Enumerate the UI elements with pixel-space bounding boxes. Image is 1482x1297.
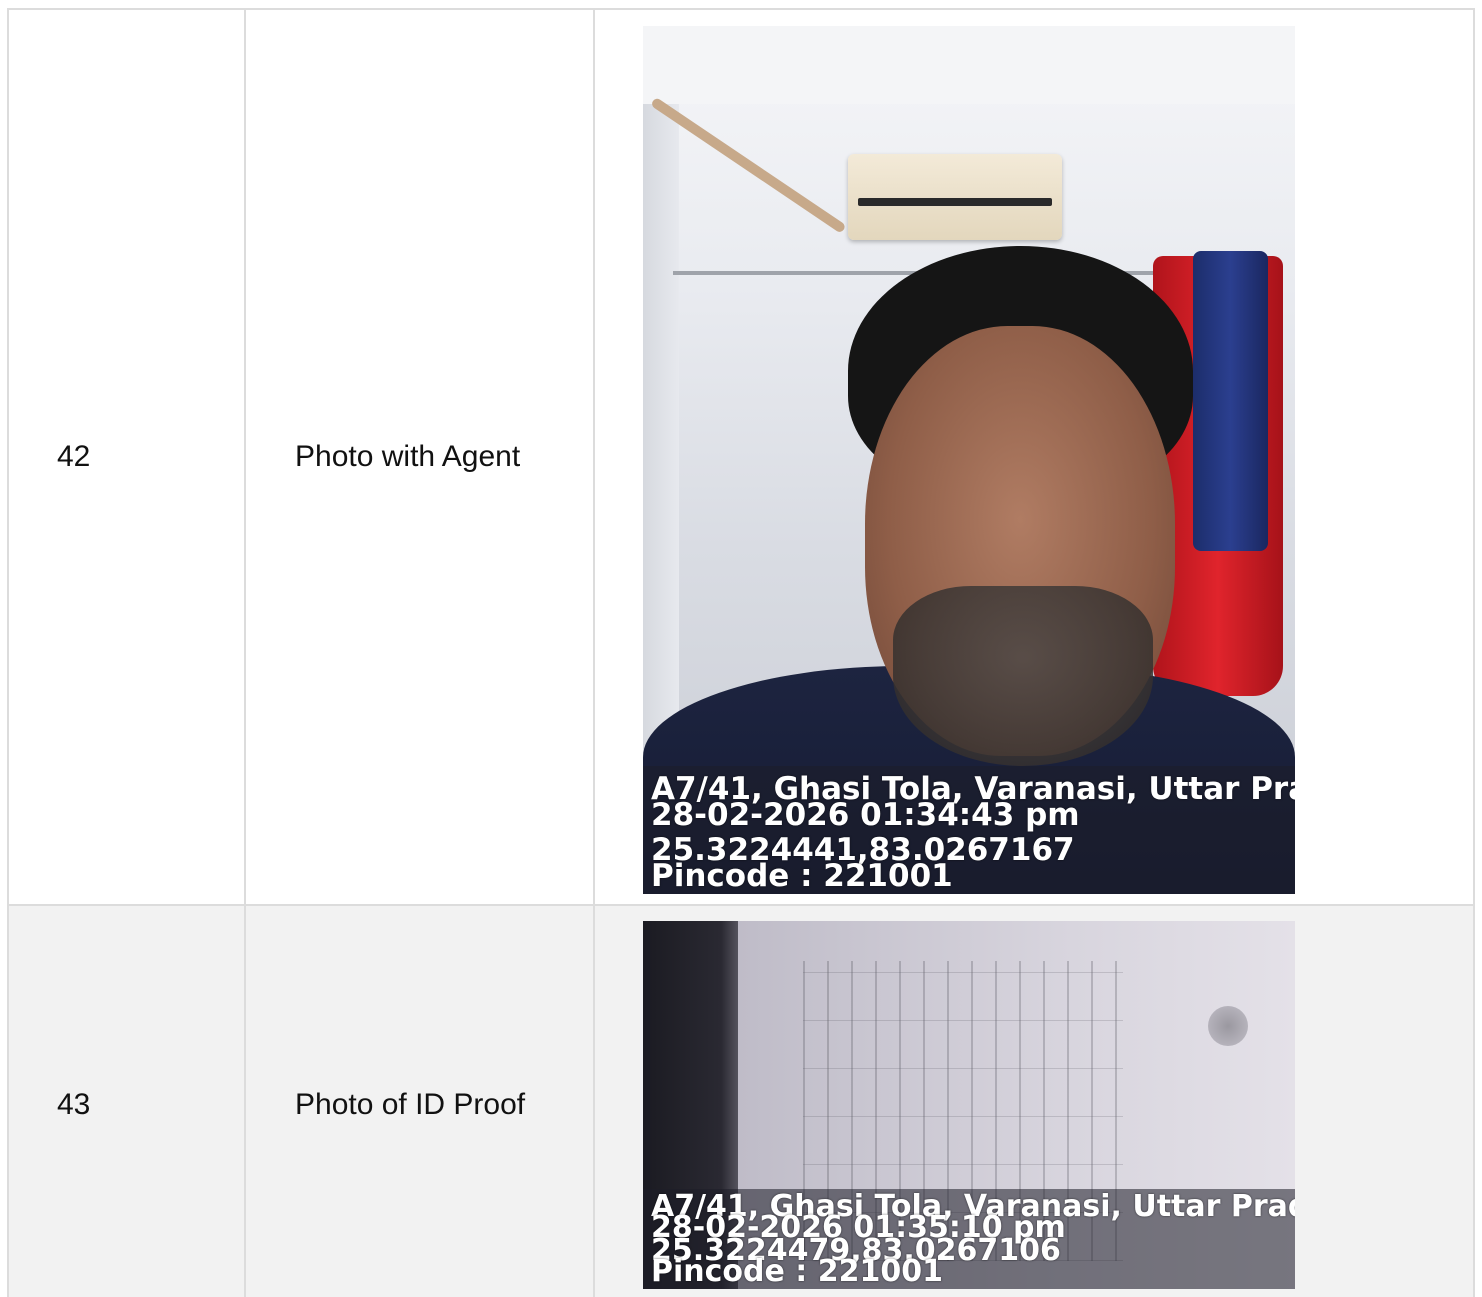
blue-curtain xyxy=(1193,251,1268,551)
emblem-icon xyxy=(1208,1006,1248,1046)
air-conditioner xyxy=(848,154,1062,240)
beard xyxy=(893,586,1153,766)
photo-table: 42 Photo with Agent A7/41, Ghasi Tola, V… xyxy=(7,8,1475,1297)
stamp-pincode: Pincode : 221001 xyxy=(651,858,953,894)
row-number: 43 xyxy=(7,904,246,1297)
geo-stamp: A7/41, Ghasi Tola, Varanasi, Uttar Prade… xyxy=(643,766,1295,894)
wall xyxy=(643,104,679,804)
table-row: 42 Photo with Agent A7/41, Ghasi Tola, V… xyxy=(7,8,1475,906)
photo-cell: A7/41, Ghasi Tola, Varanasi, Uttar Prade… xyxy=(593,8,1475,906)
stamp-pincode: Pincode : 221001 xyxy=(651,1254,943,1289)
row-label: Photo of ID Proof xyxy=(244,904,595,1297)
agent-photo[interactable]: A7/41, Ghasi Tola, Varanasi, Uttar Prade… xyxy=(643,26,1295,894)
row-number: 42 xyxy=(7,8,246,906)
id-proof-photo[interactable]: A7/41, Ghasi Tola, Varanasi, Uttar Prade… xyxy=(643,921,1295,1289)
geo-stamp: A7/41, Ghasi Tola, Varanasi, Uttar Prade… xyxy=(643,1189,1295,1289)
stamp-datetime: 28-02-2026 01:34:43 pm xyxy=(651,797,1080,833)
row-label: Photo with Agent xyxy=(244,8,595,906)
ceiling xyxy=(643,26,1295,104)
photo-cell: A7/41, Ghasi Tola, Varanasi, Uttar Prade… xyxy=(593,904,1475,1297)
page: 42 Photo with Agent A7/41, Ghasi Tola, V… xyxy=(0,0,1482,1297)
table-row: 43 Photo of ID Proof A7/41, Ghasi Tola, … xyxy=(7,904,1475,1297)
